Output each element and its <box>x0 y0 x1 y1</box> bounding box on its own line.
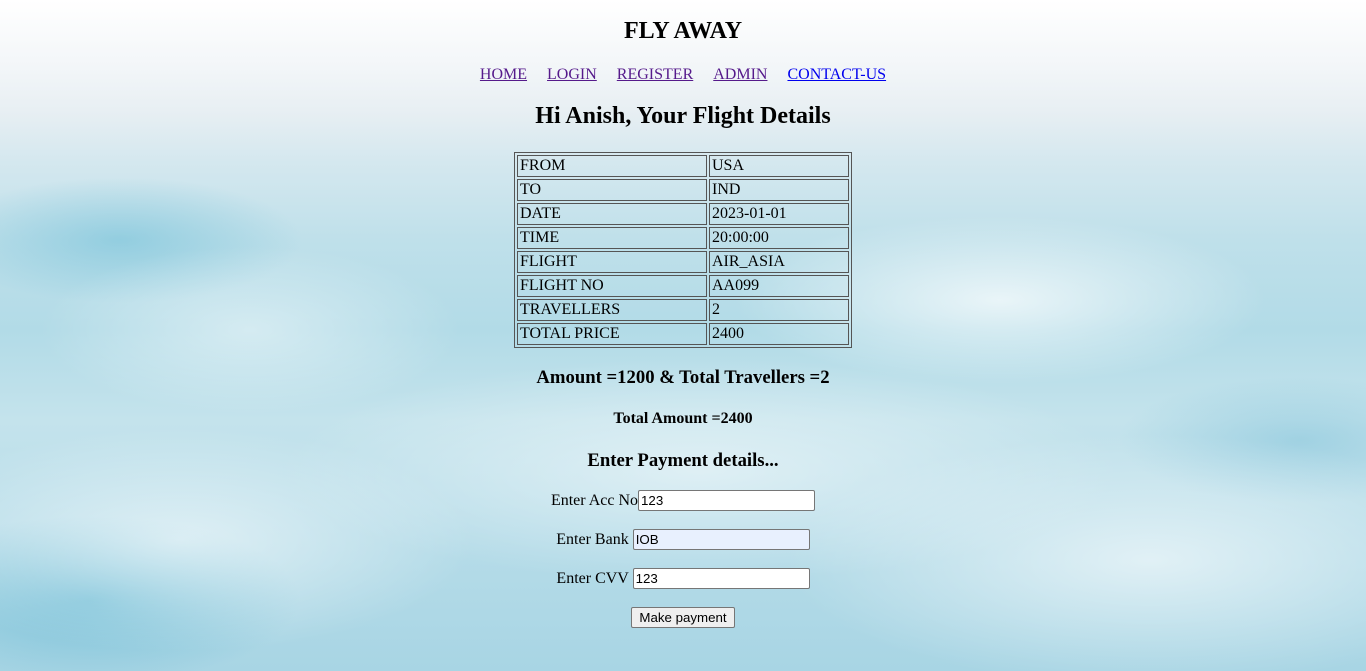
detail-label-flight: FLIGHT <box>517 251 707 273</box>
cvv-label: Enter CVV <box>556 570 629 587</box>
detail-value-flight-no: AA099 <box>709 275 849 297</box>
table-row: TOTAL PRICE 2400 <box>517 323 849 345</box>
main-nav: HOME LOGIN REGISTER ADMIN CONTACT-US <box>0 66 1366 84</box>
detail-value-flight: AIR_ASIA <box>709 251 849 273</box>
total-amount: Total Amount =2400 <box>613 410 753 427</box>
nav-admin-link[interactable]: ADMIN <box>713 66 767 83</box>
make-payment-button[interactable]: Make payment <box>631 607 735 628</box>
table-row: TRAVELLERS 2 <box>517 299 849 321</box>
flight-details-table: FROM USA TO IND DATE 2023-01-01 TIME 20:… <box>514 152 852 348</box>
page-title: Hi Anish, Your Flight Details <box>535 103 831 129</box>
nav-login-link[interactable]: LOGIN <box>547 66 597 83</box>
detail-label-from: FROM <box>517 155 707 177</box>
nav-home-link[interactable]: HOME <box>480 66 527 83</box>
detail-value-to: IND <box>709 179 849 201</box>
detail-label-to: TO <box>517 179 707 201</box>
detail-label-travellers: TRAVELLERS <box>517 299 707 321</box>
payment-heading: Enter Payment details... <box>587 450 779 471</box>
cvv-row: Enter CVV <box>0 568 1366 589</box>
acc-no-row: Enter Acc No <box>0 490 1366 511</box>
table-row: FLIGHT NO AA099 <box>517 275 849 297</box>
bank-row: Enter Bank <box>0 529 1366 550</box>
detail-label-total-price: TOTAL PRICE <box>517 323 707 345</box>
acc-no-input[interactable] <box>638 490 816 511</box>
table-row: FLIGHT AIR_ASIA <box>517 251 849 273</box>
detail-label-date: DATE <box>517 203 707 225</box>
detail-value-time: 20:00:00 <box>709 227 849 249</box>
detail-label-time: TIME <box>517 227 707 249</box>
detail-label-flight-no: FLIGHT NO <box>517 275 707 297</box>
cvv-input[interactable] <box>632 568 810 589</box>
site-title: FLY AWAY <box>623 18 743 44</box>
amount-summary: Amount =1200 & Total Travellers =2 <box>536 367 830 388</box>
page: FLY AWAY HOME LOGIN REGISTER ADMIN CONTA… <box>0 0 1366 671</box>
table-row: DATE 2023-01-01 <box>517 203 849 225</box>
nav-contact-us-link[interactable]: CONTACT-US <box>787 66 886 83</box>
detail-value-travellers: 2 <box>709 299 849 321</box>
bank-label: Enter Bank <box>556 531 629 548</box>
nav-register-link[interactable]: REGISTER <box>617 66 693 83</box>
acc-no-label: Enter Acc No <box>550 492 639 509</box>
table-row: TO IND <box>517 179 849 201</box>
bank-input[interactable] <box>632 529 810 550</box>
detail-value-from: USA <box>709 155 849 177</box>
table-row: FROM USA <box>517 155 849 177</box>
table-row: TIME 20:00:00 <box>517 227 849 249</box>
detail-value-total-price: 2400 <box>709 323 849 345</box>
detail-value-date: 2023-01-01 <box>709 203 849 225</box>
